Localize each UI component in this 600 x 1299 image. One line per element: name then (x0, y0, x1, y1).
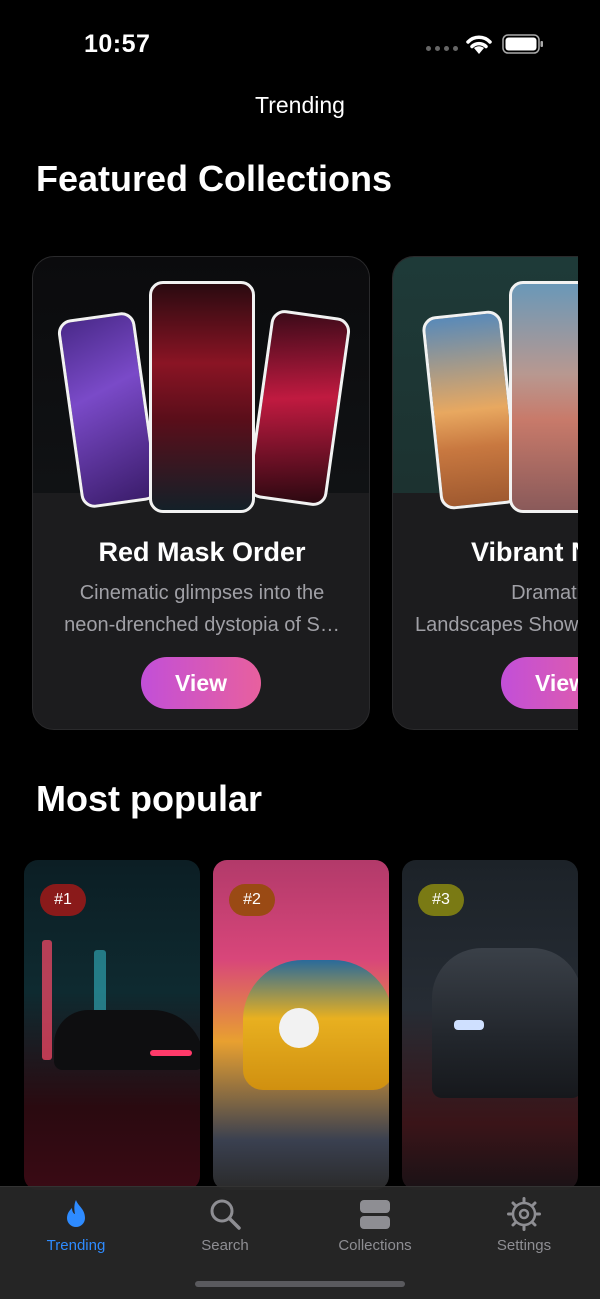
wifi-icon (466, 35, 492, 54)
flame-icon (67, 1200, 85, 1227)
tab-label: Search (201, 1237, 249, 1254)
stack-icon (360, 1200, 390, 1229)
wallpaper-card[interactable]: #3 (402, 860, 578, 1190)
wallpaper-card[interactable]: #2 (213, 860, 389, 1190)
featured-section-title: Featured Collections (36, 158, 393, 199)
status-bar: 10:57 (0, 0, 600, 80)
collection-preview-image (33, 257, 369, 513)
page-title: Trending (255, 92, 345, 118)
tab-label: Trending (46, 1237, 106, 1254)
collection-description: Dramatic an Landscapes Show (415, 582, 578, 636)
rank-badge: #2 (229, 884, 275, 916)
collection-card[interactable]: Red Mask Order Cinematic glimpses into t… (32, 256, 370, 730)
tab-label: Settings (496, 1237, 552, 1254)
tab-settings[interactable]: Settings (464, 1197, 584, 1263)
gear-icon (507, 1197, 541, 1231)
rank-badge: #1 (40, 884, 86, 916)
home-indicator (195, 1281, 405, 1287)
collection-card[interactable]: Vibrant N Dramatic an Landscapes Show Vi… (392, 256, 578, 730)
collection-name: Red Mask Order (98, 537, 306, 567)
collection-name: Vibrant N (471, 537, 578, 567)
tab-trending[interactable]: Trending (16, 1197, 136, 1263)
wallpaper-card[interactable]: #1 (24, 860, 200, 1190)
tab-label: Collections (338, 1237, 412, 1254)
featured-carousel[interactable]: Red Mask Order Cinematic glimpses into t… (0, 256, 578, 732)
collection-preview-image (393, 257, 578, 513)
tab-collections[interactable]: Collections (315, 1197, 435, 1263)
tab-search[interactable]: Search (165, 1197, 285, 1263)
view-collection-button[interactable]: View (141, 657, 261, 709)
cellular-signal-icon (426, 46, 458, 51)
collection-description: Cinematic glimpses into the neon-drenche… (64, 582, 340, 636)
battery-icon (502, 34, 543, 54)
popular-carousel[interactable]: #1 #2 #3 (0, 860, 578, 1190)
popular-section-title: Most popular (36, 778, 262, 819)
search-icon (210, 1199, 241, 1230)
rank-badge: #3 (418, 884, 464, 916)
status-time: 10:57 (84, 30, 151, 58)
view-collection-button[interactable]: View (501, 657, 578, 709)
